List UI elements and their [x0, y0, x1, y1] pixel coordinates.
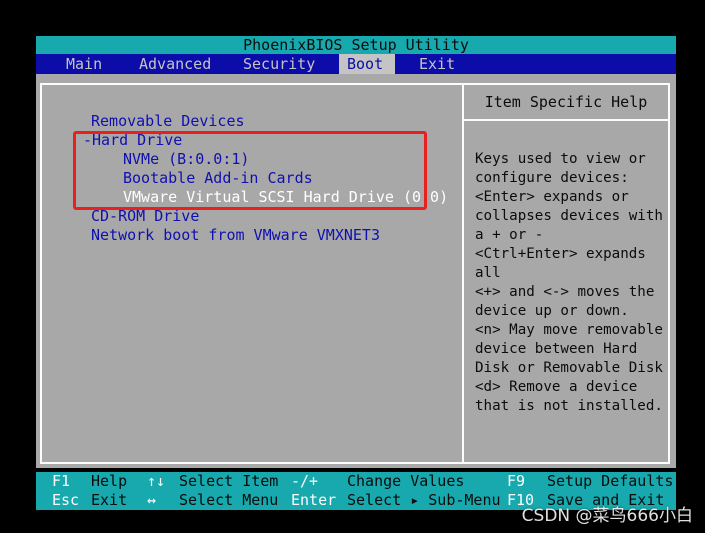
- help-line: <d> Remove a device: [475, 379, 638, 395]
- esc-key: Esc: [52, 491, 80, 509]
- menu-boot[interactable]: Boot: [339, 54, 395, 74]
- help-line: a + or -: [475, 227, 544, 243]
- select-menu-desc: Select Menu: [179, 491, 279, 509]
- boot-item-removable-devices[interactable]: Removable Devices: [91, 112, 245, 131]
- change-values-desc: Change Values: [347, 472, 465, 490]
- help-line: Keys used to view or: [475, 151, 646, 167]
- menu-advanced[interactable]: Advanced: [139, 54, 211, 74]
- bios-screen: PhoenixBIOS Setup Utility Main Advanced …: [0, 0, 705, 533]
- app-title: PhoenixBIOS Setup Utility: [243, 36, 469, 54]
- help-line: <Enter> expands or: [475, 189, 629, 205]
- menu-bar: Main Advanced Security Boot Exit: [36, 54, 676, 74]
- boot-item-hard-drive[interactable]: -Hard Drive: [83, 131, 182, 150]
- select-item-desc: Select Item: [179, 472, 279, 490]
- help-line: that is not installed.: [475, 398, 663, 414]
- f1-key: F1: [52, 472, 71, 490]
- help-line: device between Hard: [475, 341, 638, 357]
- menu-security[interactable]: Security: [243, 54, 315, 74]
- help-line: device up or down.: [475, 303, 629, 319]
- up-down-arrows-icon: ↑↓: [147, 472, 166, 490]
- help-line: <n> May move removable: [475, 322, 663, 338]
- help-divider: [464, 119, 668, 121]
- plus-minus-key: -/+: [291, 472, 319, 490]
- boot-item-network-boot[interactable]: Network boot from VMware VMXNET3: [91, 226, 380, 245]
- enter-key: Enter: [291, 491, 337, 509]
- setup-defaults-desc: Setup Defaults: [547, 472, 674, 490]
- boot-item-cd-rom[interactable]: CD-ROM Drive: [91, 207, 199, 226]
- f1-desc: Help: [91, 472, 128, 490]
- help-line: all: [475, 265, 501, 281]
- help-line: configure devices:: [475, 170, 629, 186]
- help-line: <Ctrl+Enter> expands: [475, 246, 646, 262]
- watermark: CSDN @菜鸟666小白: [521, 506, 693, 526]
- help-line: Disk or Removable Disk: [475, 360, 663, 376]
- menu-main[interactable]: Main: [66, 54, 102, 74]
- f9-key: F9: [507, 472, 526, 490]
- menu-exit[interactable]: Exit: [419, 54, 455, 74]
- help-title: Item Specific Help: [484, 93, 648, 111]
- left-right-arrows-icon: ↔: [147, 491, 157, 509]
- boot-item-nvme[interactable]: NVMe (B:0.0:1): [123, 150, 249, 169]
- boot-item-bootable-add-in-cards[interactable]: Bootable Add-in Cards: [123, 169, 313, 188]
- select-submenu-desc: Select ▸ Sub-Menu: [347, 491, 501, 509]
- help-line: collapses devices with: [475, 208, 663, 224]
- title-bar: PhoenixBIOS Setup Utility: [36, 36, 676, 54]
- panel-divider: [462, 85, 464, 462]
- help-line: <+> and <-> moves the: [475, 284, 655, 300]
- help-text: Keys used to view or configure devices: …: [475, 150, 665, 416]
- esc-desc: Exit: [91, 491, 128, 509]
- main-panel: Removable Devices -Hard Drive NVMe (B:0.…: [36, 74, 676, 468]
- boot-item-vmware-scsi[interactable]: VMware Virtual SCSI Hard Drive (0:0): [123, 188, 448, 207]
